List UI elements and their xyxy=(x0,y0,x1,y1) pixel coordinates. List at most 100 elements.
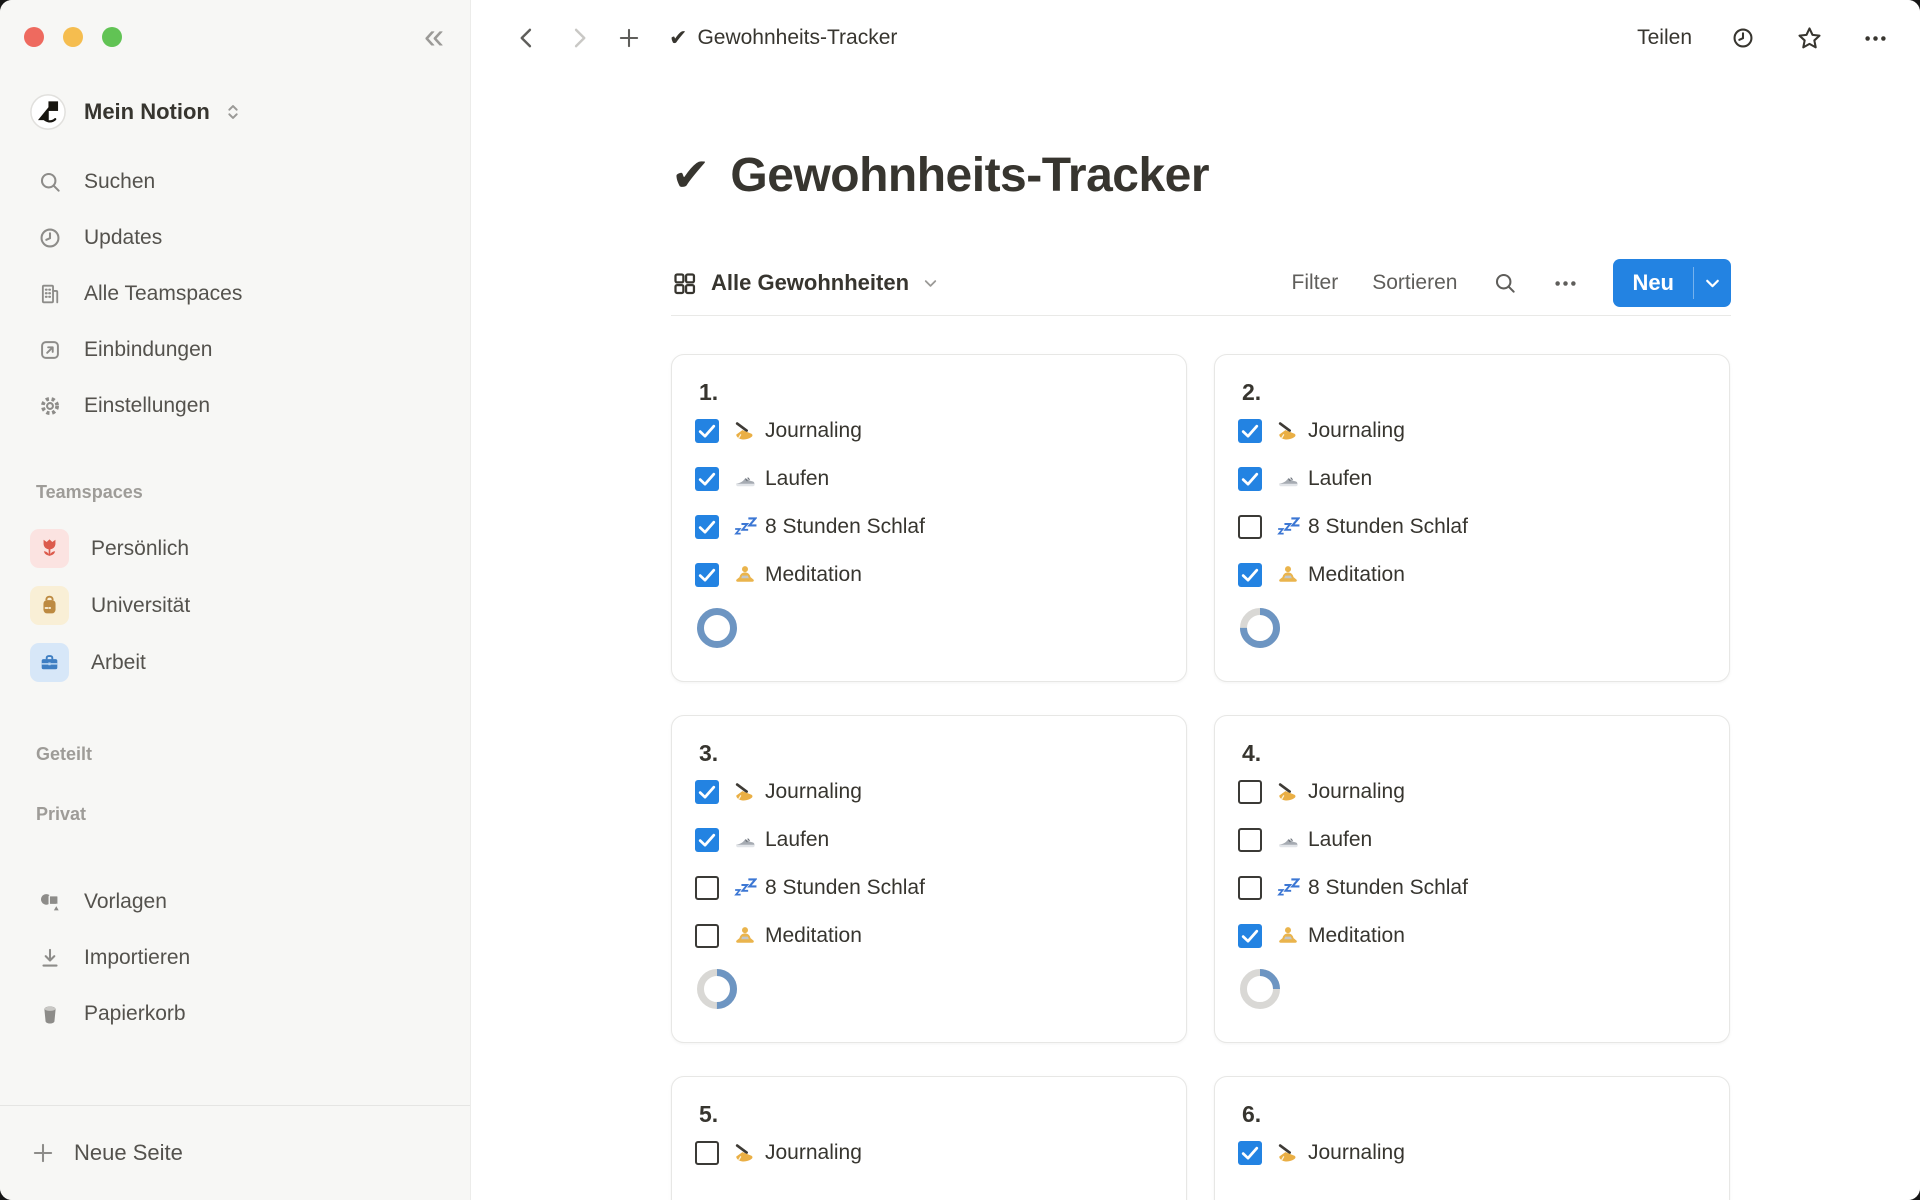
habit-card-4[interactable]: 4.JournalingLaufen8 Stunden SchlafMedita… xyxy=(1214,715,1730,1043)
sidebar-item-updates[interactable]: Updates xyxy=(0,210,470,266)
habit-card-3[interactable]: 3.JournalingLaufen8 Stunden SchlafMedita… xyxy=(671,715,1187,1043)
habit-checkbox-unchecked[interactable] xyxy=(695,876,719,900)
database-toolbar: Alle Gewohnheiten Filter Sortieren Neu xyxy=(671,259,1731,307)
habit-checkbox-unchecked[interactable] xyxy=(1238,780,1262,804)
habit-row: Journaling xyxy=(695,407,1160,455)
card-title: 6. xyxy=(1242,1099,1703,1129)
workspace-name: Mein Notion xyxy=(84,99,210,125)
clock-icon xyxy=(36,224,64,252)
zzz-icon xyxy=(733,515,757,539)
minimize-window-button[interactable] xyxy=(63,27,83,47)
new-tab-icon[interactable] xyxy=(615,24,643,52)
new-page-button[interactable]: Neue Seite xyxy=(0,1105,470,1200)
habit-label: Laufen xyxy=(765,467,829,491)
habit-checkbox-unchecked[interactable] xyxy=(695,924,719,948)
habit-row: Journaling xyxy=(1238,407,1703,455)
sort-button[interactable]: Sortieren xyxy=(1372,271,1457,295)
sidebar-item-vorlagen[interactable]: Vorlagen xyxy=(0,874,470,930)
writing-hand-icon xyxy=(733,419,757,443)
habit-label: Meditation xyxy=(1308,563,1405,587)
zoom-window-button[interactable] xyxy=(102,27,122,47)
close-window-button[interactable] xyxy=(24,27,44,47)
habit-checkbox-unchecked[interactable] xyxy=(1238,515,1262,539)
teamspace-label: Universität xyxy=(91,594,190,618)
habit-checkbox-checked[interactable] xyxy=(1238,924,1262,948)
habit-row: Laufen xyxy=(695,455,1160,503)
sidebar-item-suchen[interactable]: Suchen xyxy=(0,154,470,210)
sidebar: « Mein Notion Suchen Updates Alle Teamspac… xyxy=(0,0,471,1200)
habit-checkbox-unchecked[interactable] xyxy=(695,1141,719,1165)
habit-card-5[interactable]: 5.Journaling xyxy=(671,1076,1187,1200)
habit-checkbox-checked[interactable] xyxy=(695,467,719,491)
running-shoe-icon xyxy=(1276,467,1300,491)
filter-button[interactable]: Filter xyxy=(1292,271,1339,295)
writing-hand-icon xyxy=(733,780,757,804)
teamspace-item-persönlich[interactable]: Persönlich xyxy=(0,520,470,577)
writing-hand-icon xyxy=(1276,419,1300,443)
habit-checkbox-checked[interactable] xyxy=(695,828,719,852)
habit-checkbox-unchecked[interactable] xyxy=(1238,876,1262,900)
card-title: 4. xyxy=(1242,738,1703,768)
habit-checkbox-unchecked[interactable] xyxy=(1238,828,1262,852)
search-icon[interactable] xyxy=(1491,270,1518,297)
progress-ring xyxy=(1240,608,1280,648)
sidebar-item-einstellungen[interactable]: Einstellungen xyxy=(0,378,470,434)
favorite-star-icon[interactable] xyxy=(1794,23,1824,53)
habit-checkbox-checked[interactable] xyxy=(695,780,719,804)
sidebar-item-importieren[interactable]: Importieren xyxy=(0,930,470,986)
view-tab-alle-gewohnheiten[interactable]: Alle Gewohnheiten xyxy=(671,270,940,297)
habit-label: Journaling xyxy=(765,419,862,443)
habit-checkbox-checked[interactable] xyxy=(695,563,719,587)
more-options-icon[interactable] xyxy=(1552,270,1579,297)
gear-icon xyxy=(36,392,64,420)
habit-checkbox-checked[interactable] xyxy=(1238,563,1262,587)
shared-section-header: Geteilt xyxy=(0,740,470,768)
habit-label: Laufen xyxy=(765,828,829,852)
breadcrumb[interactable]: ✔ Gewohnheits-Tracker xyxy=(669,25,897,51)
habit-card-2[interactable]: 2.JournalingLaufen8 Stunden SchlafMedita… xyxy=(1214,354,1730,682)
workspace-switcher[interactable]: Mein Notion xyxy=(0,92,470,132)
teamspace-item-arbeit[interactable]: Arbeit xyxy=(0,634,470,691)
forward-icon[interactable] xyxy=(565,24,593,52)
embed-icon xyxy=(36,336,64,364)
habit-checkbox-checked[interactable] xyxy=(695,419,719,443)
writing-hand-icon xyxy=(1276,780,1300,804)
back-icon[interactable] xyxy=(513,24,541,52)
card-title: 3. xyxy=(699,738,1160,768)
sidebar-item-alle-teamspaces[interactable]: Alle Teamspaces xyxy=(0,266,470,322)
chevron-down-icon[interactable] xyxy=(1694,259,1731,307)
collapse-sidebar-icon[interactable]: « xyxy=(424,18,444,54)
share-button[interactable]: Teilen xyxy=(1637,26,1692,50)
meditation-icon xyxy=(733,563,757,587)
habit-checkbox-checked[interactable] xyxy=(1238,419,1262,443)
habit-checkbox-checked[interactable] xyxy=(1238,1141,1262,1165)
sidebar-item-papierkorb[interactable]: Papierkorb xyxy=(0,986,470,1042)
habit-card-6[interactable]: 6.Journaling xyxy=(1214,1076,1730,1200)
topbar: ✔ Gewohnheits-Tracker Teilen xyxy=(471,0,1920,76)
backpack-icon xyxy=(30,586,69,625)
sidebar-item-label: Updates xyxy=(84,226,162,250)
gallery-grid: 1.JournalingLaufen8 Stunden SchlafMedita… xyxy=(671,354,1731,1200)
habit-row: Laufen xyxy=(1238,455,1703,503)
sidebar-item-einbindungen[interactable]: Einbindungen xyxy=(0,322,470,378)
habit-label: 8 Stunden Schlaf xyxy=(1308,515,1468,539)
zzz-icon xyxy=(1276,876,1300,900)
habit-checkbox-checked[interactable] xyxy=(695,515,719,539)
habit-row: Meditation xyxy=(695,912,1160,960)
history-clock-icon[interactable] xyxy=(1728,23,1758,53)
new-entry-button[interactable]: Neu xyxy=(1613,259,1731,307)
habit-checkbox-checked[interactable] xyxy=(1238,467,1262,491)
habit-label: Laufen xyxy=(1308,467,1372,491)
habit-label: 8 Stunden Schlaf xyxy=(765,876,925,900)
more-options-icon[interactable] xyxy=(1860,23,1890,53)
teamspace-item-universität[interactable]: Universität xyxy=(0,577,470,634)
running-shoe-icon xyxy=(733,467,757,491)
habit-card-1[interactable]: 1.JournalingLaufen8 Stunden SchlafMedita… xyxy=(671,354,1187,682)
habit-row: Journaling xyxy=(695,1129,1160,1177)
sidebar-item-label: Papierkorb xyxy=(84,1002,186,1026)
habit-row: Meditation xyxy=(1238,912,1703,960)
teamspaces-list: Persönlich Universität Arbeit xyxy=(0,520,470,691)
main-area: ✔ Gewohnheits-Tracker Teilen ✔ Gewohnhei… xyxy=(471,0,1920,1200)
habit-row: Journaling xyxy=(1238,768,1703,816)
workspace-avatar xyxy=(30,94,66,130)
